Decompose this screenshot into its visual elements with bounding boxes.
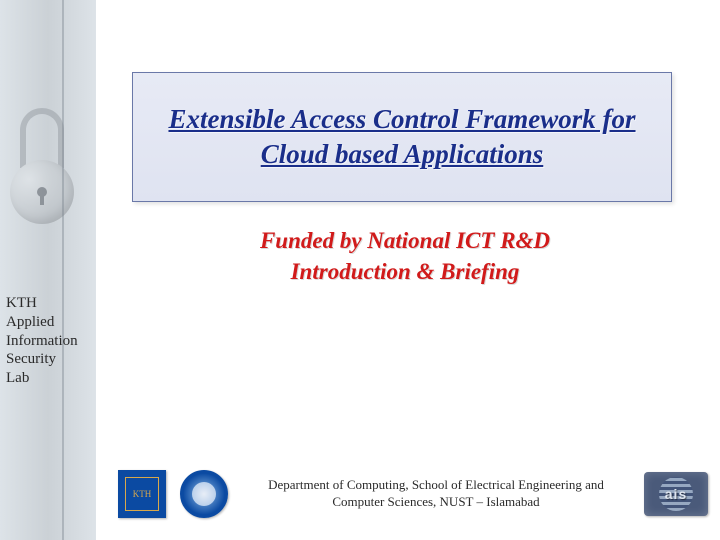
sidebar-line: Applied	[6, 314, 54, 330]
kth-logo-icon: KTH	[118, 470, 166, 518]
padlock-icon	[8, 118, 78, 238]
subtitle-block: Funded by National ICT R&D Introduction …	[170, 225, 640, 287]
sidebar-line: KTH	[6, 295, 37, 311]
kth-logo-text: KTH	[125, 477, 159, 511]
slide-title: Extensible Access Control Framework for …	[161, 102, 643, 172]
sidebar-line: Lab	[6, 370, 29, 386]
ais-logo-text: ais	[665, 486, 687, 502]
subtitle-line-2: Introduction & Briefing	[170, 256, 640, 287]
department-text: Department of Computing, School of Elect…	[242, 477, 630, 511]
sidebar-lab-label: KTH Applied Information Security Lab	[6, 294, 106, 388]
title-box: Extensible Access Control Framework for …	[132, 72, 672, 202]
sidebar-line: Information	[6, 333, 78, 349]
nust-logo-icon	[180, 470, 228, 518]
sidebar-line: Security	[6, 351, 56, 367]
subtitle-line-1: Funded by National ICT R&D	[170, 225, 640, 256]
ais-logo-icon: ais	[644, 472, 708, 516]
footer: KTH Department of Computing, School of E…	[118, 470, 708, 518]
left-decorative-strip	[0, 0, 96, 540]
